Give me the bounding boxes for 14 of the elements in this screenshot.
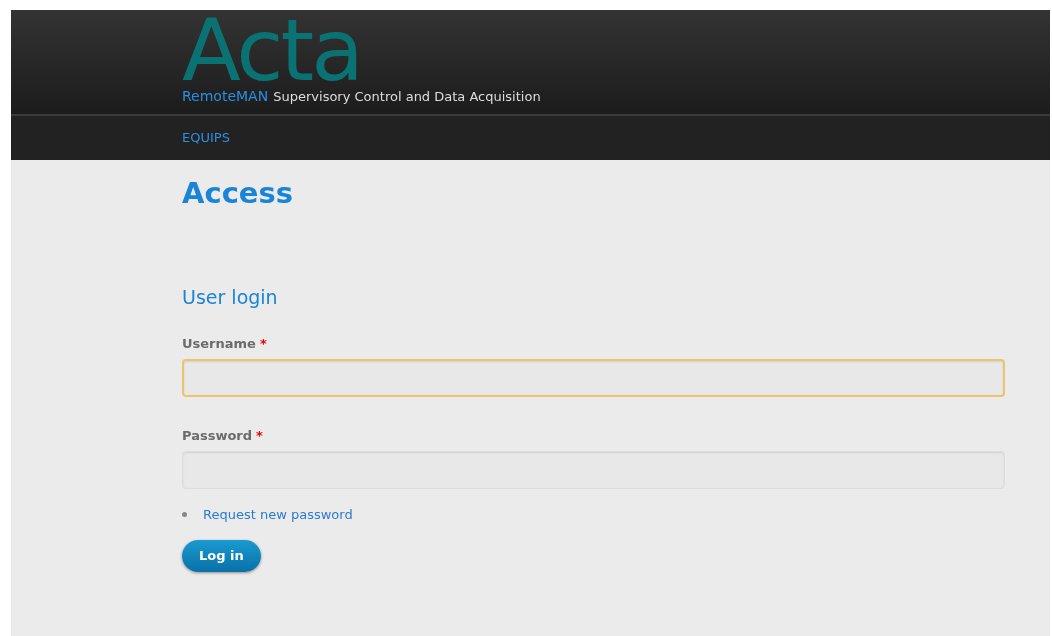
field-label: Password <box>182 426 253 445</box>
login-button[interactable]: Log in <box>182 540 261 572</box>
section-title: User login <box>182 285 279 309</box>
required-mark: * <box>256 427 263 443</box>
nav-link[interactable]: EQUIPS <box>182 128 230 148</box>
logo: Acta <box>182 10 362 90</box>
tagline: Supervisory Control and Data Acquisition <box>273 89 541 104</box>
bullet-icon <box>182 511 187 517</box>
password-link[interactable]: Request new password <box>203 504 353 525</box>
required-mark: * <box>259 335 267 351</box>
brand-name: RemoteMAN <box>182 88 269 104</box>
input-field[interactable] <box>182 358 1005 397</box>
field-label: Username <box>182 334 256 353</box>
page-title: Access <box>182 178 294 210</box>
